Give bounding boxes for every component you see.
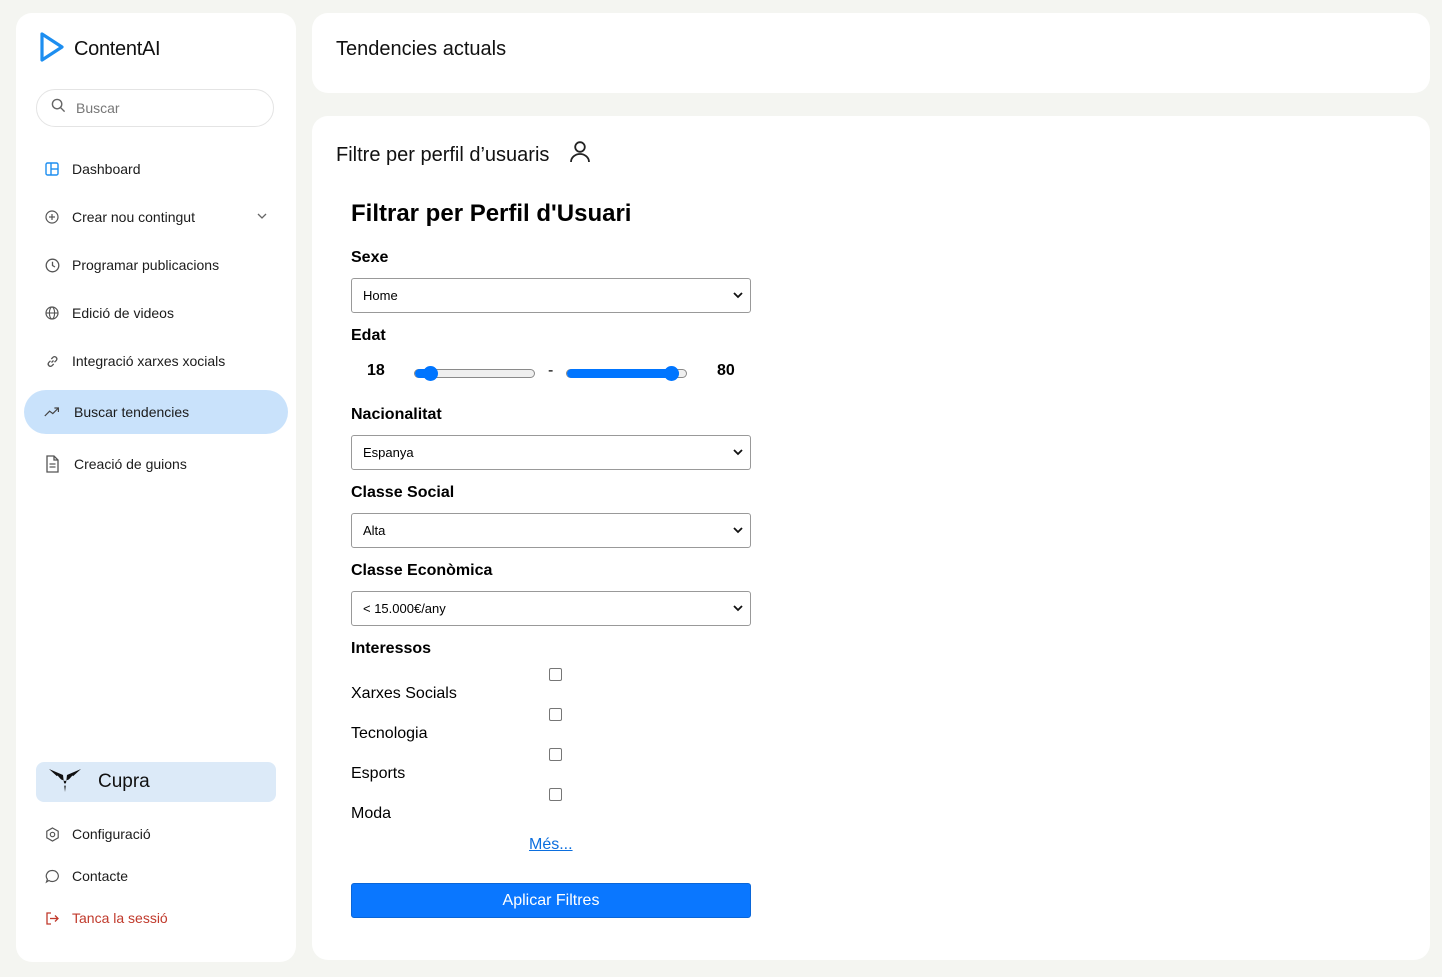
top-bar: Tendencies actuals bbox=[312, 13, 1430, 93]
interest-checkbox-xarxes-socials[interactable] bbox=[549, 668, 562, 681]
interest-label-xarxes-socials: Xarxes Socials bbox=[351, 685, 457, 702]
settings-icon bbox=[44, 826, 60, 842]
cupra-logo-icon bbox=[48, 767, 82, 798]
brand-account[interactable]: Cupra bbox=[36, 762, 276, 802]
sidebar: ContentAI Dashboard Crear nou contingut … bbox=[16, 13, 296, 962]
interest-label-moda: Moda bbox=[351, 805, 392, 822]
sidebar-item-label: Integració xarxes xocials bbox=[72, 353, 226, 369]
interest-label-tecnologia: Tecnologia bbox=[351, 725, 428, 742]
chevron-down-icon bbox=[732, 289, 744, 304]
brand-name: Cupra bbox=[98, 771, 150, 792]
sex-label: Sexe bbox=[351, 249, 389, 266]
apply-filters-button[interactable]: Aplicar Filtres bbox=[351, 883, 751, 918]
age-max-value: 80 bbox=[717, 362, 735, 379]
interest-checkbox-esports[interactable] bbox=[549, 748, 562, 761]
trending-icon bbox=[44, 404, 60, 420]
sex-select[interactable]: Home bbox=[351, 278, 751, 313]
search-icon bbox=[51, 98, 66, 118]
economic-class-select[interactable]: < 15.000€/any bbox=[351, 591, 751, 626]
contentai-logo-icon bbox=[38, 31, 66, 68]
sidebar-item-programar-publicacions[interactable]: Programar publicacions bbox=[24, 243, 288, 287]
age-max-slider[interactable] bbox=[566, 366, 687, 381]
nationality-label: Nacionalitat bbox=[351, 406, 442, 423]
age-label: Edat bbox=[351, 327, 386, 344]
sidebar-item-edicio-de-videos[interactable]: Edició de videos bbox=[24, 291, 288, 335]
social-class-label: Classe Social bbox=[351, 484, 455, 501]
sidebar-item-crear-nou-contingut[interactable]: Crear nou contingut bbox=[24, 195, 288, 239]
age-min-value: 18 bbox=[367, 362, 385, 379]
panel-title: Filtre per perfil d’usuaris bbox=[336, 143, 550, 166]
user-profile-filter-form: Filtrar per Perfil d'Usuari Sexe Home Ed… bbox=[351, 200, 751, 918]
chat-bubble-icon bbox=[44, 868, 60, 884]
interest-checkbox-moda[interactable] bbox=[549, 788, 562, 801]
contact-link[interactable]: Contacte bbox=[44, 865, 128, 887]
chevron-down-icon bbox=[732, 524, 744, 539]
link-icon bbox=[44, 353, 60, 369]
filter-panel: Filtre per perfil d’usuaris Filtrar per … bbox=[312, 116, 1430, 960]
globe-icon bbox=[44, 305, 60, 321]
chevron-down-icon bbox=[732, 446, 744, 461]
chevron-down-icon[interactable] bbox=[256, 209, 268, 225]
interest-label-esports: Esports bbox=[351, 765, 406, 782]
search-box[interactable] bbox=[36, 89, 274, 127]
document-icon bbox=[44, 455, 60, 473]
user-profile-icon bbox=[569, 140, 591, 170]
sidebar-item-label: Buscar tendencies bbox=[74, 404, 190, 420]
sidebar-item-label: Dashboard bbox=[72, 161, 141, 177]
app-logo[interactable]: ContentAI bbox=[38, 31, 161, 68]
interests-label: Interessos bbox=[351, 640, 432, 657]
interest-checkbox-tecnologia[interactable] bbox=[549, 708, 562, 721]
age-max-slider-fill bbox=[567, 369, 679, 378]
logout-icon bbox=[44, 910, 60, 926]
panel-header: Filtre per perfil d’usuaris bbox=[336, 140, 591, 170]
sidebar-item-dashboard[interactable]: Dashboard bbox=[24, 147, 288, 191]
form-title: Filtrar per Perfil d'Usuari bbox=[351, 200, 632, 227]
plus-circle-icon bbox=[44, 209, 60, 225]
age-min-slider-thumb[interactable] bbox=[423, 366, 438, 381]
logout-link[interactable]: Tanca la sessió bbox=[44, 907, 168, 929]
sidebar-item-integracio-xarxes[interactable]: Integració xarxes xocials bbox=[24, 339, 288, 383]
economic-class-label: Classe Econòmica bbox=[351, 562, 493, 579]
chevron-down-icon bbox=[732, 602, 744, 617]
app-name: ContentAI bbox=[74, 37, 161, 60]
settings-label: Configuració bbox=[72, 826, 151, 842]
nationality-select[interactable]: Espanya bbox=[351, 435, 751, 470]
contact-label: Contacte bbox=[72, 868, 129, 884]
economic-class-select-value: < 15.000€/any bbox=[363, 601, 446, 616]
clock-icon bbox=[44, 257, 60, 273]
sex-select-value: Home bbox=[363, 288, 398, 303]
sidebar-item-creacio-de-guions[interactable]: Creació de guions bbox=[24, 442, 288, 486]
search-input[interactable] bbox=[74, 99, 248, 117]
page-title: Tendencies actuals bbox=[336, 38, 507, 60]
age-range-separator: - bbox=[548, 362, 554, 379]
social-class-select-value: Alta bbox=[363, 523, 386, 538]
sidebar-item-buscar-tendencies[interactable]: Buscar tendencies bbox=[24, 390, 288, 434]
sidebar-item-label: Creació de guions bbox=[74, 456, 187, 472]
nationality-select-value: Espanya bbox=[363, 445, 414, 460]
sidebar-item-label: Programar publicacions bbox=[72, 257, 220, 273]
sidebar-item-label: Crear nou contingut bbox=[72, 209, 195, 225]
sidebar-item-label: Edició de videos bbox=[72, 305, 174, 321]
logout-label: Tanca la sessió bbox=[72, 910, 168, 926]
age-min-slider[interactable] bbox=[414, 366, 535, 381]
dashboard-icon bbox=[44, 161, 60, 177]
social-class-select[interactable]: Alta bbox=[351, 513, 751, 548]
settings-link[interactable]: Configuració bbox=[44, 823, 151, 845]
more-interests-link[interactable]: Més... bbox=[529, 836, 573, 854]
age-max-slider-thumb[interactable] bbox=[664, 366, 679, 381]
